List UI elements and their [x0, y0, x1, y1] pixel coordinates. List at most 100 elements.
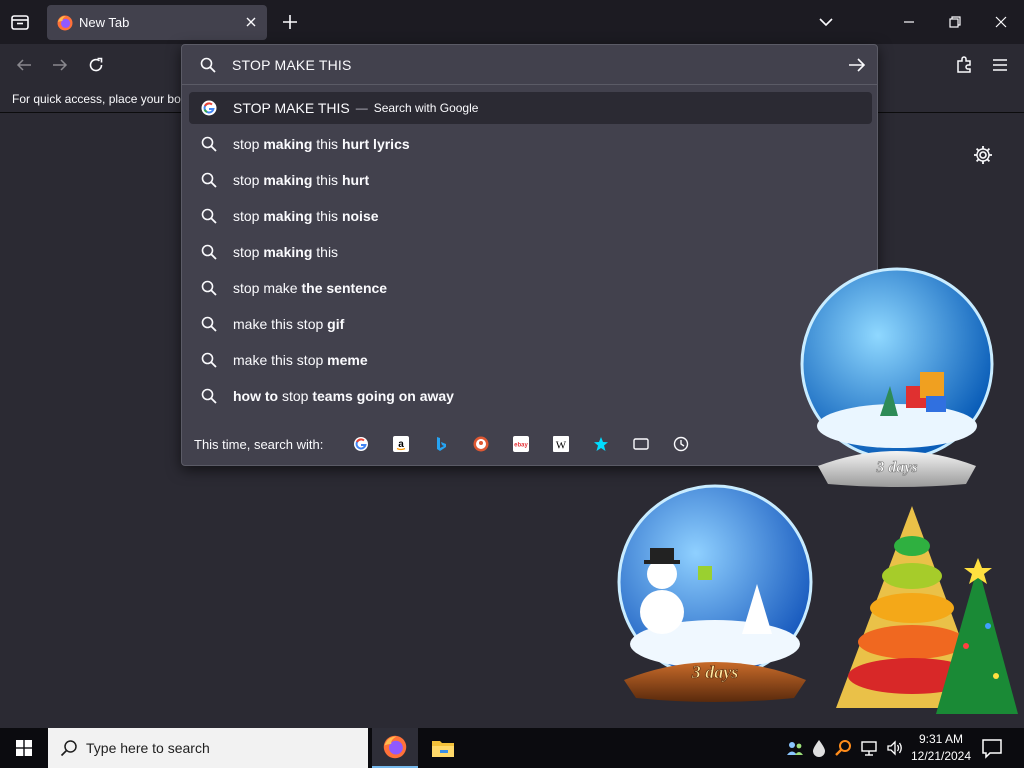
- wikipedia-icon: W: [553, 436, 569, 452]
- result-text: how to stop teams going on away: [233, 388, 454, 404]
- network-icon[interactable]: [860, 739, 878, 757]
- svg-text:W: W: [556, 440, 567, 452]
- taskbar-firefox-button[interactable]: [372, 728, 418, 768]
- taskbar-search-placeholder: Type here to search: [86, 740, 210, 756]
- plus-icon: [283, 15, 297, 29]
- taskbar-clock[interactable]: 9:31 AM 12/21/2024: [906, 731, 976, 765]
- result-text: make this stop meme: [233, 352, 368, 368]
- search-icon: [201, 316, 217, 332]
- search-icon: [201, 352, 217, 368]
- result-row[interactable]: stop making this noise: [189, 200, 872, 232]
- tab-new-tab[interactable]: New Tab: [47, 5, 267, 40]
- search-icon: [201, 136, 217, 152]
- puzzle-icon: [957, 56, 971, 73]
- key-search-icon[interactable]: [834, 739, 852, 757]
- svg-text:ebay: ebay: [514, 443, 528, 449]
- ebay-engine-button[interactable]: ebay: [512, 435, 530, 453]
- restore-icon: [949, 16, 961, 28]
- hamburger-menu-icon: [993, 59, 1007, 71]
- tab-list-icon: [11, 15, 29, 30]
- result-row[interactable]: make this stop meme: [189, 344, 872, 376]
- result-text: stop making this noise: [233, 208, 379, 224]
- new-tab-button[interactable]: [276, 6, 304, 38]
- urlbar-input[interactable]: STOP MAKE THIS: [232, 57, 352, 73]
- bookmarks-star-icon: [594, 437, 608, 451]
- app-menu-button[interactable]: [984, 49, 1016, 81]
- people-icon[interactable]: [786, 739, 804, 757]
- arrow-left-icon: [16, 59, 31, 71]
- result-text: make this stop gif: [233, 316, 345, 332]
- firefox-icon: [383, 735, 407, 759]
- search-icon: [201, 280, 217, 296]
- result-text: stop making this hurt lyrics: [233, 136, 410, 152]
- close-window-button[interactable]: [986, 6, 1016, 38]
- result-row[interactable]: stop making this: [189, 236, 872, 268]
- amazon-engine-button[interactable]: a: [392, 435, 410, 453]
- one-off-search-buttons: This time, search with: a ebay W: [182, 425, 877, 465]
- tabs-engine-button[interactable]: [632, 435, 650, 453]
- reload-button[interactable]: [80, 49, 112, 81]
- result-row[interactable]: how to stop teams going on away: [189, 380, 872, 412]
- duckduckgo-engine-button[interactable]: [472, 435, 490, 453]
- windows-taskbar: Type here to search 9:31 AM 12/21/2024: [0, 728, 1024, 768]
- snow-globe-snowman: 3 days: [617, 484, 813, 702]
- taskbar-file-explorer-button[interactable]: [420, 728, 466, 768]
- gear-icon[interactable]: [972, 144, 994, 166]
- google-icon: [354, 437, 368, 451]
- clock-time: 9:31 AM: [918, 732, 964, 746]
- urlbar-dropdown: STOP MAKE THIS STOP MAKE THIS — Search wit…: [181, 44, 878, 466]
- amazon-icon: a: [393, 436, 409, 452]
- countdown-label-bottom: 3 days: [691, 662, 739, 682]
- search-icon: [200, 57, 216, 73]
- list-all-tabs-button[interactable]: [4, 6, 36, 38]
- result-separator: —: [355, 101, 368, 115]
- result-row[interactable]: stop make the sentence: [189, 272, 872, 304]
- taskbar-search-box[interactable]: Type here to search: [48, 728, 368, 768]
- result-row[interactable]: stop making this hurt lyrics: [189, 128, 872, 160]
- bing-engine-button[interactable]: [432, 435, 450, 453]
- minimize-button[interactable]: [894, 6, 924, 38]
- result-row[interactable]: stop making this hurt: [189, 164, 872, 196]
- result-row[interactable]: STOP MAKE THIS — Search with Google: [189, 92, 872, 124]
- bing-icon: [437, 437, 446, 451]
- droplet-icon[interactable]: [812, 739, 826, 757]
- extensions-button[interactable]: [948, 49, 980, 81]
- tab-title: New Tab: [79, 15, 130, 30]
- search-icon: [60, 740, 77, 757]
- back-button[interactable]: [8, 49, 40, 81]
- history-engine-button[interactable]: [672, 435, 690, 453]
- christmas-trees-art: [836, 506, 1018, 714]
- history-icon: [673, 436, 689, 452]
- start-button[interactable]: [0, 728, 48, 768]
- google-icon: [201, 100, 217, 116]
- search-icon: [201, 208, 217, 224]
- countdown-label-top: 3 days: [875, 459, 917, 476]
- tab-overflow-button[interactable]: [812, 6, 840, 38]
- ebay-icon: ebay: [513, 436, 529, 452]
- reload-icon: [89, 57, 103, 72]
- result-text: stop making this: [233, 244, 339, 260]
- go-arrow-icon[interactable]: [847, 55, 867, 75]
- tab-strip: New Tab: [0, 0, 1024, 44]
- notification-icon[interactable]: [980, 736, 1004, 760]
- one-offs-label: This time, search with:: [194, 437, 324, 452]
- result-action: Search with Google: [373, 101, 479, 115]
- windows-logo-icon: [16, 740, 32, 756]
- folder-icon: [432, 741, 454, 757]
- urlbar-input-row[interactable]: STOP MAKE THIS: [182, 45, 877, 85]
- close-tab-icon[interactable]: [243, 14, 259, 30]
- google-engine-button[interactable]: [352, 435, 370, 453]
- forward-button[interactable]: [44, 49, 76, 81]
- wikipedia-engine-button[interactable]: W: [552, 435, 570, 453]
- chevron-down-icon: [819, 18, 833, 27]
- bookmarks-hint: For quick access, place your boo: [12, 92, 188, 106]
- result-row[interactable]: make this stop gif: [189, 308, 872, 340]
- restore-button[interactable]: [940, 6, 970, 38]
- minimize-icon: [904, 21, 914, 23]
- close-icon: [995, 16, 1007, 28]
- search-icon: [201, 244, 217, 260]
- result-text: stop make the sentence: [233, 280, 388, 296]
- speaker-icon[interactable]: [886, 739, 904, 757]
- svg-text:a: a: [398, 439, 404, 450]
- bookmarks-engine-button[interactable]: [592, 435, 610, 453]
